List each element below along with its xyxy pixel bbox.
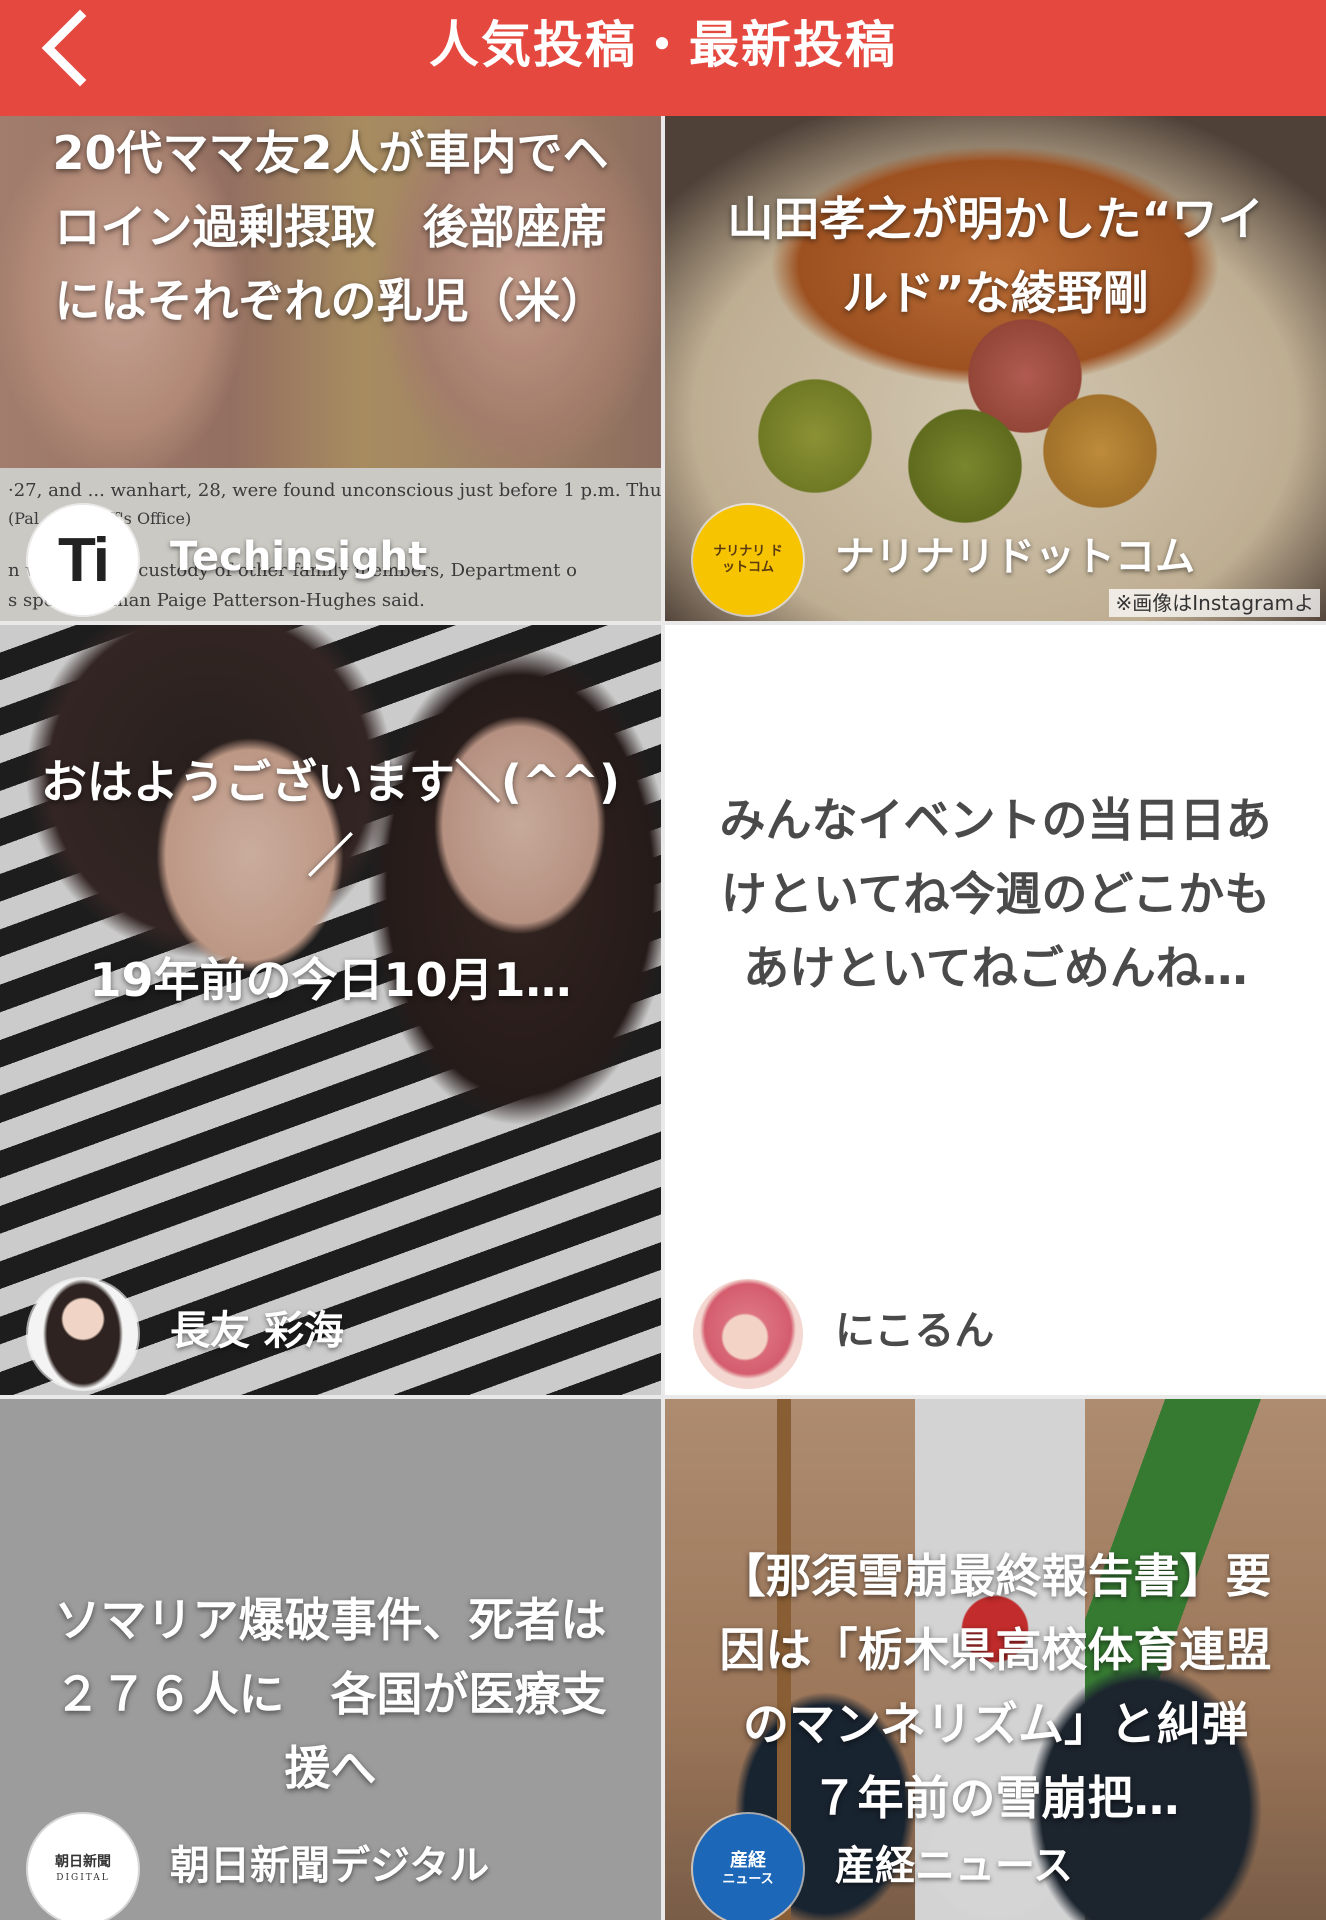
post-card-5[interactable]: ソマリア爆破事件、死者は２７６人に 各国が医療支援へ 朝日新聞 DIGITAL … (0, 1399, 661, 1920)
source-name: 長友 彩海 (170, 1308, 344, 1354)
asahi-logo-subtext: DIGITAL (56, 1873, 110, 1883)
card-title: おはようございます＼(^^)／ (40, 755, 621, 883)
app-header: 人気投稿・最新投稿 (0, 0, 1326, 116)
source-avatar (28, 1279, 138, 1389)
source-avatar: 朝日新聞 DIGITAL (28, 1814, 138, 1920)
post-card-6[interactable]: 【那須雪崩最終報告書】要因は「栃木県高校体育連盟のマンネリズム」と糾弾 ７年前の… (665, 1399, 1326, 1920)
source-name: 朝日新聞デジタル (170, 1843, 490, 1889)
card-source[interactable]: 産経 ニュース 産経ニュース (693, 1790, 1316, 1920)
source-avatar (693, 1279, 803, 1389)
post-card-3[interactable]: おはようございます＼(^^)／ 19年前の今日10月1… 長友 彩海 (0, 625, 661, 1395)
image-credit: ※画像はInstagramよ (1109, 589, 1320, 617)
card-source[interactable]: Ti Techinsight (28, 481, 651, 621)
card-title: 山田孝之が明かした“ワイルド”な綾野剛 (727, 192, 1264, 320)
source-name: にこるん (835, 1308, 995, 1354)
asahi-logo-text: 朝日新聞 (55, 1854, 111, 1870)
source-name: 産経ニュース (835, 1843, 1073, 1889)
card-title: ソマリア爆破事件、死者は２７６人に 各国が医療支援へ (54, 1593, 607, 1795)
page-title: 人気投稿・最新投稿 (429, 16, 897, 74)
card-source[interactable]: にこるん (693, 1255, 1316, 1395)
techinsight-logo: Ti (58, 525, 110, 595)
card-source[interactable]: 朝日新聞 DIGITAL 朝日新聞デジタル (28, 1790, 651, 1920)
source-avatar: ナリナリ ドットコム (693, 505, 803, 615)
source-avatar: 産経 ニュース (693, 1814, 803, 1920)
source-name: Techinsight (170, 534, 428, 580)
post-grid: ·27, and ... wanhart, 28, were found unc… (0, 116, 1326, 1920)
post-card-1[interactable]: ·27, and ... wanhart, 28, were found unc… (0, 116, 661, 621)
sankei-logo-text: 産経 (730, 1850, 766, 1871)
card-title-continued: 19年前の今日10月1… (89, 953, 572, 1007)
narinari-logo: ナリナリ ドットコム (713, 544, 783, 575)
sankei-logo-subtext: ニュース (722, 1872, 774, 1887)
card-title: みんなイベントの当日日あけといてね今週のどこかもあけといてねごめんね… (719, 793, 1272, 995)
card-source[interactable]: 長友 彩海 (28, 1255, 651, 1395)
post-card-4[interactable]: みんなイベントの当日日あけといてね今週のどこかもあけといてねごめんね… にこるん (665, 625, 1326, 1395)
post-card-2[interactable]: 山田孝之が明かした“ワイルド”な綾野剛 ナリナリ ドットコム ナリナリドットコム… (665, 116, 1326, 621)
source-avatar: Ti (28, 505, 138, 615)
source-name: ナリナリドットコム (835, 534, 1195, 580)
card-title: 20代ママ友2人が車内でヘロイン過剰摂取 後部座席にはそれぞれの乳児（米） (52, 126, 609, 328)
